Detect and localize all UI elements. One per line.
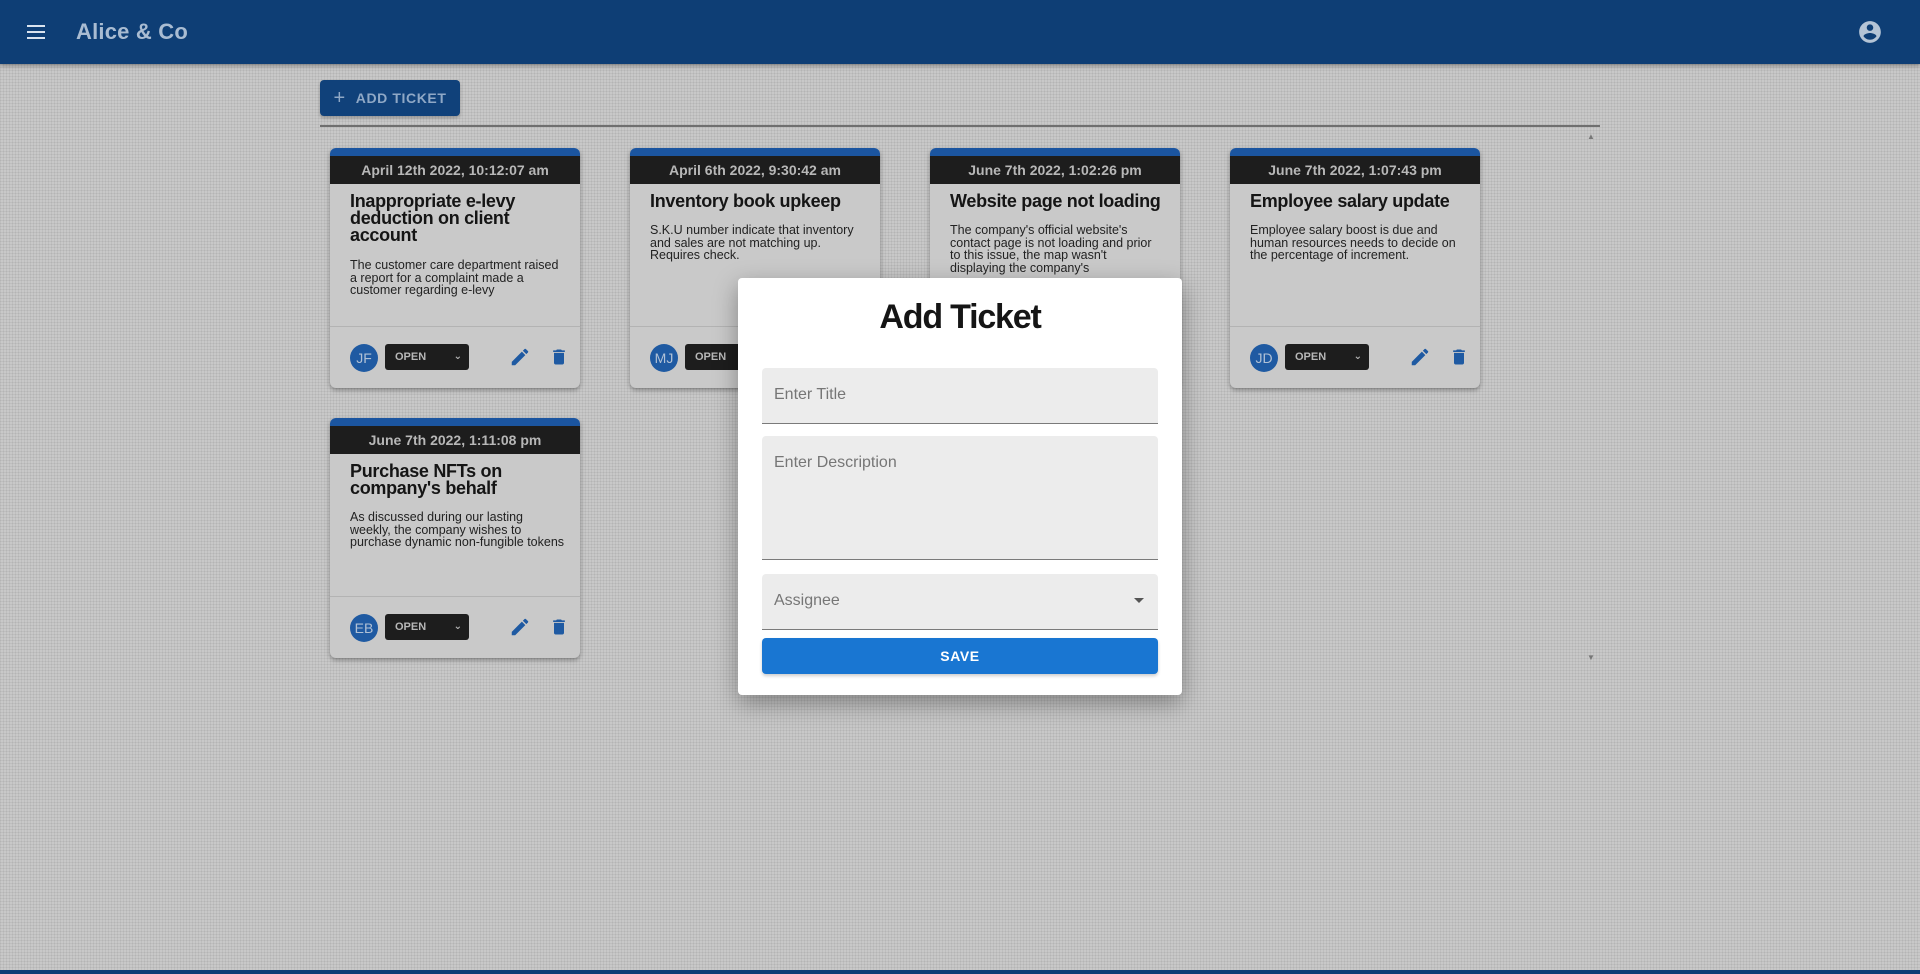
ticket-title: Purchase NFTs on company's behalf [350,461,502,498]
ticket-description: The company's official website's contact… [950,223,1152,275]
delete-icon[interactable] [549,616,569,638]
account-circle-icon[interactable] [1857,19,1883,45]
title-input[interactable]: Enter Title [762,368,1158,424]
status-value: OPEN [695,351,727,363]
edit-icon[interactable] [509,346,531,368]
ticket-title: Inappropriate e-levy deduction on client… [350,191,516,245]
edit-icon[interactable] [1409,346,1431,368]
bottom-edge [0,970,1920,974]
status-value: OPEN [395,621,427,633]
description-textarea[interactable]: Enter Description [762,436,1158,560]
assignee-label: Assignee [774,592,840,609]
ticket-date: June 7th 2022, 1:02:26 pm [930,156,1180,184]
add-ticket-dialog: Add Ticket Enter Title Enter Description… [738,278,1182,695]
ticket-date: June 7th 2022, 1:07:43 pm [1230,156,1480,184]
add-ticket-label: ADD TICKET [355,90,447,106]
ticket-description: S.K.U number indicate that inventory and… [650,223,854,262]
description-placeholder: Enter Description [774,454,897,471]
delete-icon[interactable] [549,346,569,368]
ticket-card: June 7th 2022, 1:07:43 pm Employee salar… [1230,148,1480,388]
app-bar: Alice & Co [0,0,1920,64]
save-button[interactable]: SAVE [762,638,1158,674]
chevron-down-icon: ⌄ [453,351,462,362]
app-title: Alice & Co [76,19,189,44]
status-value: OPEN [1295,351,1327,363]
status-value: OPEN [395,351,427,363]
status-select[interactable]: OPEN ⌄ [385,344,469,370]
avatar[interactable]: JF [350,344,378,372]
status-select[interactable]: OPEN ⌄ [1285,344,1369,370]
delete-icon[interactable] [1449,346,1469,368]
menu-icon[interactable] [20,18,52,46]
assignee-select[interactable]: Assignee [762,574,1158,630]
card-accent [330,418,580,426]
plus-icon: + [333,87,346,109]
scroll-down-icon[interactable]: ▼ [1587,654,1595,662]
ticket-title: Website page not loading [950,191,1161,211]
ticket-date: June 7th 2022, 1:11:08 pm [330,426,580,454]
card-accent [330,148,580,156]
card-accent [930,148,1180,156]
chevron-down-icon: ⌄ [453,621,462,632]
card-divider [1230,326,1480,327]
ticket-description: The customer care department raised a re… [350,258,559,297]
dialog-title: Add Ticket [879,298,1041,336]
ticket-card: June 7th 2022, 1:11:08 pm Purchase NFTs … [330,418,580,658]
avatar[interactable]: JD [1250,344,1278,372]
title-placeholder: Enter Title [774,386,847,403]
avatar[interactable]: EB [350,614,378,642]
avatar[interactable]: MJ [650,344,678,372]
card-divider [330,326,580,327]
ticket-description: As discussed during our lasting weekly, … [350,510,565,549]
card-divider [330,596,580,597]
dropdown-arrow-icon [1134,598,1144,603]
toolbar-divider [320,125,1600,127]
ticket-date: April 6th 2022, 9:30:42 am [630,156,880,184]
chevron-down-icon: ⌄ [1353,351,1362,362]
ticket-description: Employee salary boost is due and human r… [1250,223,1456,262]
edit-icon[interactable] [509,616,531,638]
card-accent [1230,148,1480,156]
ticket-date: April 12th 2022, 10:12:07 am [330,156,580,184]
add-ticket-button[interactable]: + ADD TICKET [320,80,460,116]
card-accent [630,148,880,156]
ticket-title: Inventory book upkeep [650,191,841,211]
scroll-up-icon[interactable]: ▲ [1587,133,1595,141]
ticket-card: April 12th 2022, 10:12:07 am Inappropria… [330,148,580,388]
ticket-title: Employee salary update [1250,191,1450,211]
status-select[interactable]: OPEN ⌄ [385,614,469,640]
